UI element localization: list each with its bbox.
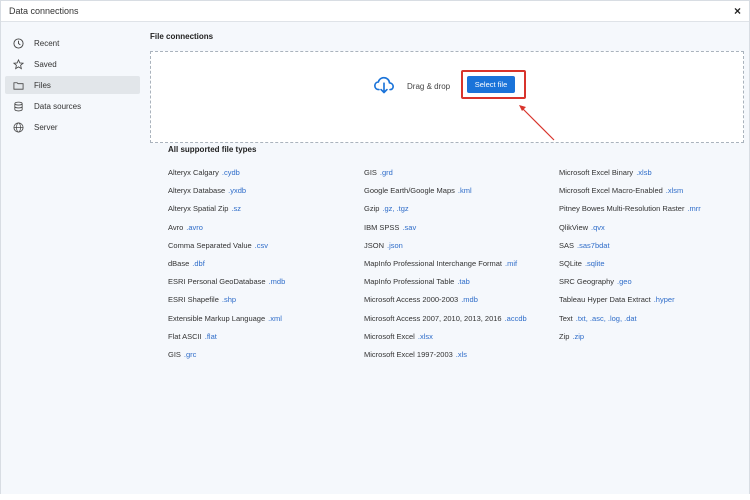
sidebar-item-server[interactable]: Server xyxy=(5,118,140,136)
list-item[interactable]: GIS .grd xyxy=(364,168,559,186)
list-item[interactable]: Zip .zip xyxy=(559,332,750,350)
title-bar: Data connections × xyxy=(1,1,749,22)
list-item[interactable]: Microsoft Excel Macro-Enabled .xlsm xyxy=(559,186,750,204)
list-item[interactable]: Avro .avro xyxy=(168,223,363,241)
sidebar-item-saved[interactable]: Saved xyxy=(5,55,140,73)
list-item[interactable]: Flat ASCII .flat xyxy=(168,332,363,350)
list-item[interactable]: Tableau Hyper Data Extract .hyper xyxy=(559,295,750,313)
sidebar-item-recent[interactable]: Recent xyxy=(5,34,140,52)
annotation-highlight-box xyxy=(461,70,526,99)
sidebar-item-label: Files xyxy=(34,80,51,90)
list-item[interactable]: ESRI Personal GeoDatabase .mdb xyxy=(168,277,363,295)
list-item[interactable]: Microsoft Excel 1997-2003 .xls xyxy=(364,350,559,368)
list-item[interactable]: MapInfo Professional Interchange Format.… xyxy=(364,259,559,277)
supported-types-heading: All supported file types xyxy=(168,145,257,154)
drag-drop-label: Drag & drop xyxy=(407,82,451,91)
list-item[interactable]: Alteryx Database .yxdb xyxy=(168,186,363,204)
close-icon[interactable]: × xyxy=(734,5,741,17)
file-types-column: GIS .grd Google Earth/Google Maps .kml Gzi… xyxy=(364,168,559,368)
data-connections-window: Data connections × Recent Saved Files Da… xyxy=(0,0,750,500)
sidebar-item-label: Server xyxy=(34,122,58,132)
list-item[interactable]: Google Earth/Google Maps .kml xyxy=(364,186,559,204)
list-item[interactable]: Microsoft Access 2007, 2010, 2013, 2016.… xyxy=(364,314,559,332)
drop-zone[interactable]: Drag & drop Select file xyxy=(150,51,744,143)
list-item[interactable]: Alteryx Spatial Zip .sz xyxy=(168,204,363,222)
list-item[interactable]: JSON .json xyxy=(364,241,559,259)
sidebar-item-label: Recent xyxy=(34,38,60,48)
database-icon xyxy=(13,101,24,112)
star-icon xyxy=(13,58,24,70)
list-item[interactable]: SAS .sas7bdat xyxy=(559,241,750,259)
list-item[interactable]: GIS .grc xyxy=(168,350,363,368)
bottom-bar xyxy=(0,494,750,500)
list-item[interactable]: Microsoft Access 2000-2003 .mdb xyxy=(364,295,559,313)
folder-icon xyxy=(13,80,24,91)
sidebar-item-label: Saved xyxy=(34,59,57,69)
sidebar-item-files[interactable]: Files xyxy=(5,76,140,94)
globe-icon xyxy=(13,122,24,133)
list-item[interactable]: Pitney Bowes Multi-Resolution Raster .mrr xyxy=(559,204,750,222)
list-item[interactable]: Gzip .gz, .tgz xyxy=(364,204,559,222)
file-types-column: Microsoft Excel Binary .xlsb Microsoft Ex… xyxy=(559,168,750,350)
list-item[interactable]: Extensible Markup Language .xml xyxy=(168,314,363,332)
window-title: Data connections xyxy=(9,6,79,16)
list-item[interactable]: IBM SPSS .sav xyxy=(364,223,559,241)
file-types-column: Alteryx Calgary .cydb Alteryx Database .yx… xyxy=(168,168,363,368)
cloud-download-icon xyxy=(373,74,395,96)
list-item[interactable]: ESRI Shapefile .shp xyxy=(168,295,363,313)
list-item[interactable]: QlikView .qvx xyxy=(559,223,750,241)
annotation-arrow xyxy=(519,105,555,141)
list-item[interactable]: Comma Separated Value .csv xyxy=(168,241,363,259)
list-item[interactable]: SQLite .sqlite xyxy=(559,259,750,277)
main-panel: File connections Drag & drop Select file… xyxy=(150,23,744,493)
list-item[interactable]: Text .txt, .asc, .log, .dat xyxy=(559,314,750,332)
list-item[interactable]: SRC Geography .geo xyxy=(559,277,750,295)
list-item[interactable]: Microsoft Excel .xlsx xyxy=(364,332,559,350)
list-item[interactable]: Microsoft Excel Binary .xlsb xyxy=(559,168,750,186)
list-item[interactable]: MapInfo Professional Table .tab xyxy=(364,277,559,295)
sidebar-item-label: Data sources xyxy=(34,101,82,111)
clock-icon xyxy=(13,37,24,49)
sidebar-item-data-sources[interactable]: Data sources xyxy=(5,97,140,115)
page-title: File connections xyxy=(150,32,214,41)
list-item[interactable]: dBase .dbf xyxy=(168,259,363,277)
sidebar: Recent Saved Files Data sources Server xyxy=(1,23,141,499)
list-item[interactable]: Alteryx Calgary .cydb xyxy=(168,168,363,186)
